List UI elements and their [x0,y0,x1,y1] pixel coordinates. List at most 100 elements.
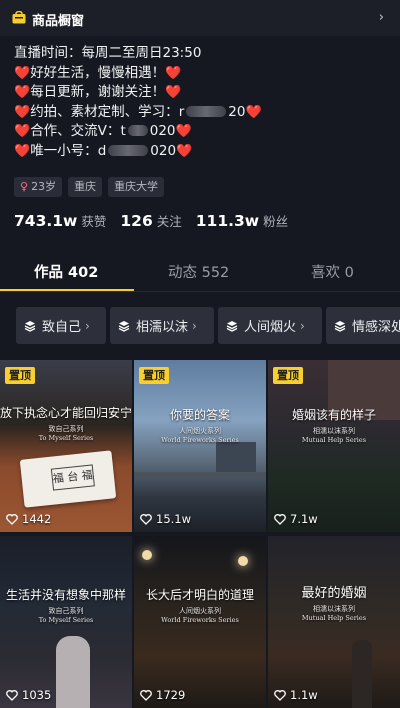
heart-outline-icon [274,689,286,701]
likes-label: 获赞 [81,214,107,229]
tab-likes[interactable]: 喜欢 0 [311,261,354,282]
video-likes: 1729 [140,688,185,702]
likes-count: 743.1w [14,212,78,230]
building-shape [216,442,256,472]
followers-label[interactable]: 粉丝 [263,211,288,230]
collection-chip[interactable]: 致自己 › [16,307,106,344]
video-series: 相濡以沫系列 [313,605,355,613]
bio-line-contact: ❤️合作、交流V：t 020❤️ [14,123,192,140]
video-series-en: World Fireworks Series [161,436,239,444]
following-label[interactable]: 关注 [157,211,182,230]
layers-icon [334,320,346,332]
heart-icon: ❤️ [14,65,31,81]
person-shape [56,636,90,708]
redacted-text [127,125,148,137]
video-likes: 7.1w [274,512,318,526]
video-grid: 福 台 福 置顶 放下执念心才能回归安宁 致自己系列 To Myself Ser… [0,360,400,708]
video-series: 致自己系列 [48,607,84,615]
lamp-shape [142,550,152,560]
video-thumbnail[interactable]: 置顶 婚姻该有的样子 相濡以沫系列 Mutual Help Series 7.1… [268,360,400,532]
collection-chip[interactable]: 情感深处 [326,307,400,344]
video-thumbnail[interactable]: 生活并没有想象中那样 致自己系列 To Myself Series 1035 [0,536,132,708]
chevron-right-icon: › [378,10,384,25]
collection-chip[interactable]: 相濡以沫 › [110,307,214,344]
overpass-shape [134,472,266,478]
postcard-image: 福 台 福 [19,450,117,508]
pinned-badge: 置顶 [139,367,169,384]
tab-works[interactable]: 作品 402 [34,261,98,282]
bio-line: ❤️好好生活，慢慢相遇！❤️ [14,64,182,81]
video-likes: 1035 [6,688,51,702]
bio-line-live-time: 直播时间：每周二至周日23:50 [14,45,202,61]
age-tag: ♀ 23岁 [14,177,63,197]
bio-line-contact: ❤️约拍、素材定制、学习：r 20❤️ [14,103,262,120]
heart-outline-icon [140,689,152,701]
layers-icon [24,320,36,332]
heart-outline-icon [6,689,18,701]
video-likes: 1442 [6,512,51,526]
heart-icon: ❤️ [165,85,182,101]
video-title: 放下执念心才能回归安宁 [0,406,132,420]
layers-icon [118,320,130,332]
school-tag: 重庆大学 [108,177,165,197]
video-series: 致自己系列 [48,425,84,433]
layers-icon [226,320,238,332]
person-shape [352,640,372,708]
video-series: 人间烟火系列 [179,427,221,435]
thumbnail-image [0,360,132,532]
redacted-text [186,105,227,117]
video-title: 婚姻该有的样子 [291,408,376,422]
bio-line-contact: ❤️唯一小号：d 020❤️ [14,142,193,159]
heart-outline-icon [6,513,18,525]
video-thumbnail[interactable]: 最好的婚姻 相濡以沫系列 Mutual Help Series 1.1w [268,536,400,708]
video-series-en: To Myself Series [38,616,94,624]
divider [0,291,400,292]
heart-icon: ❤️ [176,143,193,159]
profile-tabs: 作品 402 动态 552 喜欢 0 [0,256,400,292]
heart-icon: ❤️ [165,65,182,81]
video-title: 你要的答案 [169,408,230,422]
bio-line: ❤️每日更新，谢谢关注！❤️ [14,84,182,101]
following-count[interactable]: 126 [120,212,152,230]
heart-outline-icon [140,513,152,525]
heart-icon: ❤️ [14,85,31,101]
video-thumbnail[interactable]: 福 台 福 置顶 放下执念心才能回归安宁 致自己系列 To Myself Ser… [0,360,132,532]
video-likes: 1.1w [274,688,318,702]
heart-icon: ❤️ [14,124,31,140]
video-series: 相濡以沫系列 [313,427,355,435]
video-series-en: World Fireworks Series [161,616,239,624]
video-thumbnail[interactable]: 置顶 你要的答案 人间烟火系列 World Fireworks Series 1… [134,360,266,532]
chevron-right-icon: › [192,318,197,333]
tab-posts[interactable]: 动态 552 [168,261,229,282]
pinned-badge: 置顶 [273,367,303,384]
collections-row: 致自己 › 相濡以沫 › 人间烟火 › 情感深处 [16,307,400,344]
thumbnail-image [268,536,400,708]
heart-icon: ❤️ [245,104,262,120]
profile-stats: 743.1w 获赞 126 关注 111.3w 粉丝 [14,211,302,230]
heart-outline-icon [274,513,286,525]
pinned-badge: 置顶 [5,367,35,384]
video-title: 最好的婚姻 [301,586,367,601]
video-title: 生活并没有想象中那样 [5,588,126,602]
followers-count[interactable]: 111.3w [196,212,259,230]
female-icon: ♀ [20,180,29,193]
location-tag: 重庆 [68,177,103,197]
collection-chip[interactable]: 人间烟火 › [218,307,322,344]
heart-icon: ❤️ [175,124,192,140]
shop-window-label: 商品橱窗 [32,14,85,29]
shop-icon [12,11,26,24]
video-likes: 15.1w [140,512,191,526]
lamp-shape [238,556,248,566]
chevron-right-icon: › [300,318,305,333]
video-series-en: Mutual Help Series [301,614,367,622]
video-series-en: To Myself Series [38,434,94,442]
video-title: 长大后才明白的道理 [145,588,254,602]
heart-icon: ❤️ [14,104,31,120]
video-series: 人间烟火系列 [179,607,221,615]
profile-bio: 直播时间：每周二至周日23:50 ❤️好好生活，慢慢相遇！❤️ ❤️每日更新，谢… [14,44,386,162]
shop-window-bar[interactable]: 商品橱窗 › [0,0,400,36]
profile-tags: ♀ 23岁 重庆 重庆大学 [14,177,165,197]
redacted-text [108,144,149,156]
video-thumbnail[interactable]: 长大后才明白的道理 人间烟火系列 World Fireworks Series … [134,536,266,708]
heart-icon: ❤️ [14,143,31,159]
